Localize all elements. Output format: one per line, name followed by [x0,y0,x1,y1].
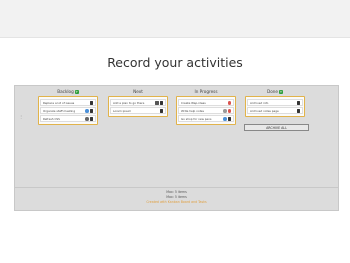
archive-all-button[interactable]: ARCHIVE ALL [244,124,309,131]
delete-icon[interactable] [227,109,231,113]
column-title: Done [266,89,279,94]
gear-icon[interactable] [85,117,89,121]
footer-line-1: Max: 5 items [166,190,187,194]
footer-link[interactable]: Created with Kanban Board and Tasks [15,200,338,204]
card-actions [296,109,300,113]
drag-handle-icon[interactable]: ⋮ [19,114,23,119]
column-title: Backlog [57,89,74,94]
footer-line-2: Max: 5 items [166,195,187,199]
card-text: Archived info [250,101,269,105]
eye-icon[interactable] [223,117,227,121]
kanban-card[interactable]: Archived info [247,99,303,106]
trash-icon[interactable] [89,101,93,105]
card-text: Write help notes [181,109,204,113]
kanban-card[interactable]: Refresh CSS [40,115,96,122]
card-lane: Replace a lot of issues Organize staff me… [38,96,98,125]
card-text: Refresh CSS [43,117,60,121]
page-title: Record your activities [107,55,243,70]
column-title: In Progress [194,89,218,94]
card-text: Go shop for new pens [181,117,212,121]
kanban-card[interactable]: Create Wap-ideas [178,99,234,106]
card-actions [155,101,163,105]
eye-icon[interactable] [85,109,89,113]
kanban-card[interactable]: Archived notes page [247,107,303,114]
card-actions [227,101,231,105]
column-header: Next [108,88,168,95]
column-header: In Progress [176,88,236,95]
delete-icon[interactable] [227,101,231,105]
card-lane: Archived info Archived notes page [245,96,305,117]
card-actions [159,109,163,113]
card-actions [85,117,93,121]
card-actions [89,101,93,105]
kanban-card[interactable]: Replace a lot of issues [40,99,96,106]
card-text: Create Wap-ideas [181,101,206,105]
top-bar [0,0,350,38]
column-backlog: Backlog + Replace a lot of issues Organize … [38,88,98,125]
card-actions [223,109,231,113]
card-text: Lorem ipsum [113,109,132,113]
kanban-card[interactable]: Go shop for new pens [178,115,234,122]
kanban-card[interactable]: Organize staff meeting [40,107,96,114]
kanban-card[interactable]: Lorem ipsum [110,107,166,114]
column-done: Done + Archived info Archived notes page [245,88,305,117]
card-text: Archived notes page [250,109,279,113]
card-actions [223,117,231,121]
trash-icon[interactable] [89,109,93,113]
calendar-icon[interactable] [155,101,159,105]
trash-icon[interactable] [159,101,163,105]
card-lane: Add a plan to go there Lorem ipsum [108,96,168,117]
trash-icon[interactable] [159,109,163,113]
kanban-card[interactable]: Write help notes [178,107,234,114]
column-title: Next [133,89,143,94]
trash-icon[interactable] [296,109,300,113]
card-actions [296,101,300,105]
card-actions [85,109,93,113]
trash-icon[interactable] [227,117,231,121]
card-text: Organize staff meeting [43,109,76,113]
trash-icon[interactable] [296,101,300,105]
kanban-card[interactable]: Add a plan to go there [110,99,166,106]
card-lane: Create Wap-ideas Write help notes Go shop … [176,96,236,125]
column-header: Backlog + [38,88,98,95]
column-in-progress: In Progress Create Wap-ideas Write help no… [176,88,236,125]
timer-icon[interactable] [223,109,227,113]
column-header: Done + [245,88,305,95]
column-next: Next Add a plan to go there Lorem ipsum [108,88,168,117]
add-card-icon[interactable]: + [74,90,79,94]
trash-icon[interactable] [89,117,93,121]
add-card-icon[interactable]: + [279,90,284,94]
board-footer: Max: 5 items Max: 5 items Created with K… [14,188,339,211]
card-text: Replace a lot of issues [43,101,75,105]
card-text: Add a plan to go there [113,101,145,105]
